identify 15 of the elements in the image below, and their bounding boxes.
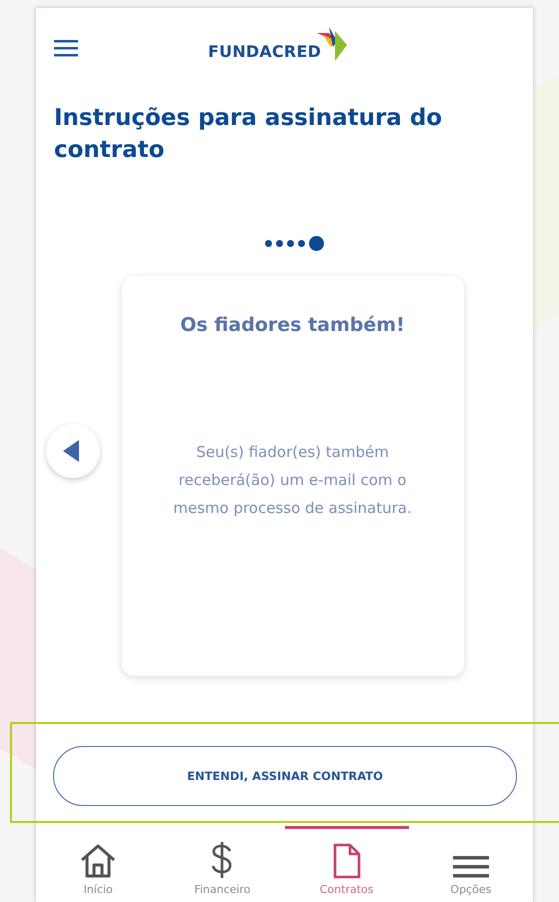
document-icon [332, 843, 362, 879]
brand-logo-text: FUNDACRED [208, 42, 322, 61]
previous-button[interactable] [46, 424, 100, 478]
nav-tab[interactable]: Opções [408, 826, 533, 902]
card-text: Seu(s) fiador(es) também receberá(ão) um e-mail com o mesmo processo de assinatura. [172, 442, 413, 519]
nav-tab[interactable]: Financeiro [160, 826, 284, 902]
left-triangle-icon [63, 440, 79, 462]
card-heading: Os fiadores também! [180, 314, 405, 336]
nav-tab[interactable]: Contratos [284, 826, 409, 902]
menu-icon[interactable] [54, 39, 78, 57]
home-icon [79, 843, 118, 879]
sign-contract-button[interactable]: ENTENDI, ASSINAR CONTRATO [53, 746, 517, 806]
nav-tab[interactable]: Início [36, 826, 160, 902]
menu-icon [452, 855, 489, 879]
page-title: Instruções para assinatura do contrato [54, 104, 444, 165]
